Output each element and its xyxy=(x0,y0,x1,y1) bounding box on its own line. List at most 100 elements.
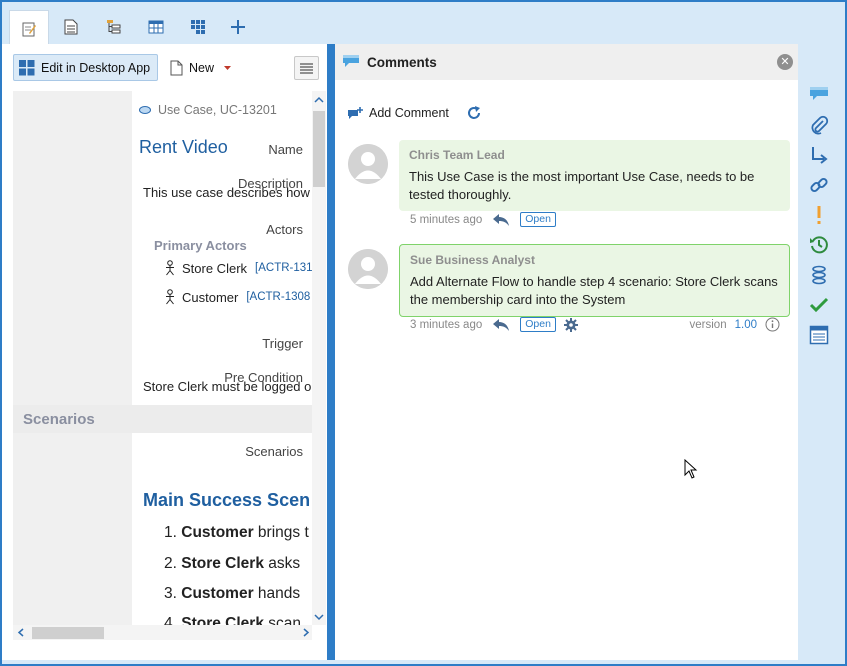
document-tab-icon xyxy=(64,19,78,35)
description-value[interactable]: This use case describes how xyxy=(143,185,310,200)
info-icon[interactable] xyxy=(765,317,780,332)
new-button[interactable]: New xyxy=(170,54,232,81)
add-comment-icon xyxy=(348,107,363,119)
close-icon[interactable]: ✕ xyxy=(777,54,793,70)
comment-bubble[interactable]: Chris Team Lead This Use Case is the mos… xyxy=(399,140,790,211)
refresh-icon[interactable] xyxy=(465,104,483,122)
comment-version: version 1.00 xyxy=(690,317,780,332)
actors-label: Actors xyxy=(266,222,303,237)
tab-add[interactable] xyxy=(218,10,258,44)
actor-icon xyxy=(166,289,174,305)
horizontal-scrollbar[interactable] xyxy=(13,625,312,640)
edit-desktop-label: Edit in Desktop App xyxy=(41,60,151,75)
attachment-icon xyxy=(811,115,829,135)
right-rail xyxy=(798,44,843,660)
vertical-scroll-thumb[interactable] xyxy=(313,111,325,187)
horizontal-scroll-thumb[interactable] xyxy=(32,627,104,639)
link-icon xyxy=(810,177,828,193)
edit-desktop-button[interactable]: Edit in Desktop App xyxy=(13,54,158,81)
tab-table[interactable] xyxy=(136,10,176,44)
hamburger-icon xyxy=(300,62,313,74)
actor-row: Customer [ACTR-1308 xyxy=(165,289,310,305)
tab-document[interactable] xyxy=(51,10,91,44)
rail-history-button[interactable] xyxy=(808,234,830,256)
comment-meta: 3 minutes ago Open xyxy=(410,317,578,332)
item-type-id-text: Use Case, UC-13201 xyxy=(158,103,277,117)
actor-row: Store Clerk [ACTR-131 xyxy=(165,260,312,276)
comment-author: Chris Team Lead xyxy=(409,148,505,162)
name-value[interactable]: Rent Video xyxy=(139,137,228,158)
rail-review-button[interactable] xyxy=(808,294,830,316)
comment-text: Add Alternate Flow to handle step 4 scen… xyxy=(410,274,778,307)
avatar xyxy=(348,249,388,289)
comment-time: 3 minutes ago xyxy=(410,318,483,331)
chevron-down-icon xyxy=(224,65,232,70)
grid-tab-icon xyxy=(191,20,205,34)
alert-icon xyxy=(817,206,821,224)
add-comment-button[interactable]: Add Comment xyxy=(347,104,483,122)
scenarios-section-header[interactable]: Scenarios xyxy=(13,405,312,433)
rail-layers-button[interactable] xyxy=(808,264,830,286)
comment-bubble[interactable]: Sue Business Analyst Add Alternate Flow … xyxy=(399,244,790,317)
label-column xyxy=(13,91,132,625)
primary-actors-label: Primary Actors xyxy=(154,238,247,253)
step-actor: Customer xyxy=(181,524,254,541)
reply-icon[interactable] xyxy=(492,318,510,332)
comment-text: This Use Case is the most important Use … xyxy=(409,169,755,202)
hierarchy-tab-icon xyxy=(107,20,121,34)
rail-attachments-button[interactable] xyxy=(808,114,830,136)
precondition-value[interactable]: Store Clerk must be logged o xyxy=(143,379,311,394)
step-actor: Store Clerk xyxy=(181,555,264,572)
tab-grid[interactable] xyxy=(178,10,218,44)
step-text: asks xyxy=(268,555,301,572)
avatar xyxy=(348,144,388,184)
comments-header: Comments ✕ xyxy=(335,44,798,80)
scenario-step: 4. Store Clerk scan xyxy=(164,615,301,625)
add-tab-icon xyxy=(231,20,245,34)
trigger-label: Trigger xyxy=(262,336,303,351)
user-avatar-icon xyxy=(348,249,388,289)
item-form: Use Case, UC-13201 Name Rent Video Descr… xyxy=(13,91,312,625)
step-actor: Store Clerk xyxy=(181,615,264,625)
rail-links-button[interactable] xyxy=(808,174,830,196)
step-number: 2. xyxy=(164,555,177,572)
step-number: 3. xyxy=(164,585,177,602)
reply-icon[interactable] xyxy=(492,213,510,227)
more-menu-button[interactable] xyxy=(294,56,319,80)
item-type-id: Use Case, UC-13201 xyxy=(139,103,277,117)
gear-icon[interactable] xyxy=(563,317,578,332)
use-case-icon xyxy=(139,106,151,114)
scenario-step: 3. Customer hands xyxy=(164,585,300,603)
main-scenario-title: Main Success Scen xyxy=(143,490,311,510)
comments-icon xyxy=(810,87,828,100)
scenario-step: 2. Store Clerk asks xyxy=(164,555,300,573)
status-badge[interactable]: Open xyxy=(520,317,556,332)
scenarios-section-title: Scenarios xyxy=(23,411,95,428)
rail-comments-button[interactable] xyxy=(808,84,830,106)
status-badge[interactable]: Open xyxy=(520,212,556,227)
comments-panel: Comments ✕ Add Comment Chris Team Lead T… xyxy=(335,44,798,660)
edit-tab-icon xyxy=(22,22,36,36)
rail-trace-button[interactable] xyxy=(808,144,830,166)
pane-splitter[interactable] xyxy=(327,44,335,660)
rail-alerts-button[interactable] xyxy=(808,204,830,226)
user-avatar-icon xyxy=(348,144,388,184)
tab-edit[interactable] xyxy=(9,10,49,46)
actor-name: Store Clerk xyxy=(182,260,248,276)
comments-icon xyxy=(343,55,359,67)
step-actor: Customer xyxy=(181,585,254,602)
comment-author: Sue Business Analyst xyxy=(410,253,535,267)
rail-table-button[interactable] xyxy=(808,324,830,346)
add-comment-label: Add Comment xyxy=(369,106,449,120)
layers-icon xyxy=(812,265,826,285)
scroll-up-icon xyxy=(314,96,324,103)
actor-link[interactable]: [ACTR-1308 xyxy=(246,291,310,303)
scroll-right-icon xyxy=(303,628,310,637)
vertical-scrollbar[interactable] xyxy=(312,91,326,625)
actor-link[interactable]: [ACTR-131 xyxy=(255,262,312,274)
item-detail-pane: Edit in Desktop App New Use Case, UC-132… xyxy=(2,44,327,660)
view-tab-bar xyxy=(2,2,843,46)
tab-hierarchy[interactable] xyxy=(94,10,134,44)
review-check-icon xyxy=(809,297,829,313)
table-view-icon xyxy=(809,325,829,345)
